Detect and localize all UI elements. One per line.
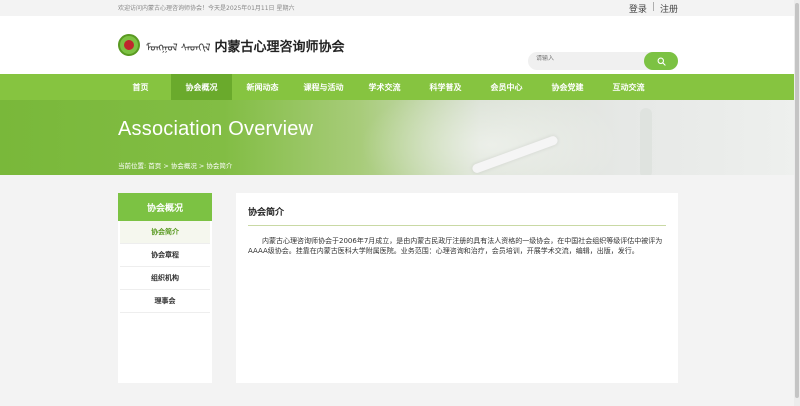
nav-item-interaction[interactable]: 互动交流 bbox=[598, 74, 659, 100]
auth-links: 登录 | 注册 bbox=[629, 2, 678, 15]
nav-item-members[interactable]: 会员中心 bbox=[476, 74, 537, 100]
banner-title: Association Overview bbox=[118, 118, 314, 140]
sidebar-item-charter[interactable]: 协会章程 bbox=[120, 244, 210, 267]
page-banner: Association Overview 当前位置: 首页 > 协会概况 > 协… bbox=[0, 100, 800, 175]
sidebar: 协会概况 协会简介 协会章程 组织机构 理事会 bbox=[118, 193, 212, 383]
nav-item-courses[interactable]: 课程与活动 bbox=[293, 74, 354, 100]
search-button[interactable] bbox=[644, 52, 678, 70]
auth-separator: | bbox=[651, 2, 655, 12]
content-body: 内蒙古心理咨询师协会于2006年7月成立，是由内蒙古民政厅注册的具有法人资格的一… bbox=[248, 237, 663, 255]
nav-item-news[interactable]: 新闻动态 bbox=[232, 74, 293, 100]
top-bar: 欢迎访问内蒙古心理咨询师协会！今天是2025年01月11日 星期六 登录 | 注… bbox=[0, 0, 800, 16]
content-panel: 协会简介 内蒙古心理咨询师协会于2006年7月成立，是由内蒙古民政厅注册的具有法… bbox=[236, 193, 678, 383]
nav-item-overview[interactable]: 协会概况 bbox=[171, 74, 232, 100]
site-logo[interactable]: ᠮᠣᠩᠭᠣᠯ ᠰᠡᠳᠬᠢᠯ 内蒙古心理咨询师协会 bbox=[118, 34, 345, 56]
search-icon bbox=[657, 57, 666, 66]
scrollbar-thumb[interactable] bbox=[795, 3, 799, 398]
main-nav: 首页 协会概况 新闻动态 课程与活动 学术交流 科学普及 会员中心 协会党建 互… bbox=[0, 74, 800, 100]
sidebar-item-organization[interactable]: 组织机构 bbox=[120, 267, 210, 290]
sidebar-title: 协会概况 bbox=[118, 193, 212, 221]
content-divider bbox=[248, 225, 666, 226]
register-link[interactable]: 注册 bbox=[660, 2, 678, 15]
logo-mongolian-text: ᠮᠣᠩᠭᠣᠯ ᠰᠡᠳᠬᠢᠯ bbox=[146, 43, 211, 54]
breadcrumb: 当前位置: 首页 > 协会概况 > 协会简介 bbox=[118, 162, 233, 170]
welcome-text: 欢迎访问内蒙古心理咨询师协会！今天是2025年01月11日 星期六 bbox=[118, 5, 295, 12]
site-title: 内蒙古心理咨询师协会 bbox=[214, 39, 345, 55]
nav-item-party[interactable]: 协会党建 bbox=[537, 74, 598, 100]
banner-decoration bbox=[640, 108, 652, 175]
nav-item-science[interactable]: 科学普及 bbox=[415, 74, 476, 100]
sidebar-item-council[interactable]: 理事会 bbox=[120, 290, 210, 313]
association-emblem-icon bbox=[118, 34, 140, 56]
content-title: 协会简介 bbox=[248, 208, 285, 218]
site-header: ᠮᠣᠩᠭᠣᠯ ᠰᠡᠳᠬᠢᠯ 内蒙古心理咨询师协会 bbox=[0, 16, 800, 74]
sidebar-item-intro[interactable]: 协会简介 bbox=[120, 221, 210, 244]
search-input[interactable] bbox=[536, 55, 636, 62]
login-link[interactable]: 登录 bbox=[629, 2, 647, 15]
search-box bbox=[528, 52, 678, 70]
main-area: 协会概况 协会简介 协会章程 组织机构 理事会 协会简介 内蒙古心理咨询师协会于… bbox=[0, 175, 800, 406]
nav-item-academic[interactable]: 学术交流 bbox=[354, 74, 415, 100]
page-scrollbar[interactable] bbox=[794, 0, 800, 406]
nav-item-home[interactable]: 首页 bbox=[110, 74, 171, 100]
